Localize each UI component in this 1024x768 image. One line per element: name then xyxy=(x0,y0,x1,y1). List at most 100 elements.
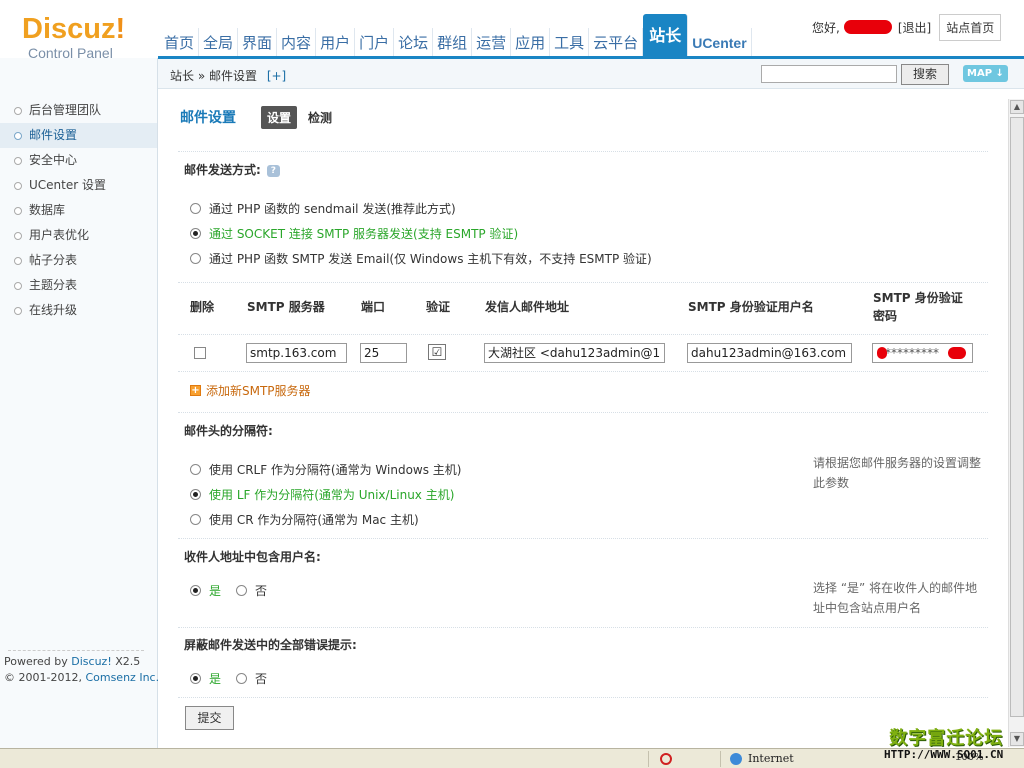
submit-button[interactable]: 提交 xyxy=(185,706,234,730)
scroll-up-icon[interactable]: ▲ xyxy=(1010,100,1024,114)
silent-errors-yes[interactable]: 是 xyxy=(190,670,221,687)
bullet-icon xyxy=(14,156,22,165)
nav-ucenter[interactable]: UCenter xyxy=(688,28,752,58)
nav-groups[interactable]: 群组 xyxy=(433,28,473,58)
smtp-server-input[interactable]: smtp.163.com xyxy=(246,343,347,363)
search-button[interactable]: 搜索 xyxy=(901,64,949,85)
nav-home[interactable]: 首页 xyxy=(160,28,200,58)
breadcrumb-bar: 站长 » 邮件设置 [+] 搜索 MAP ↓ xyxy=(158,59,1024,89)
sidebar-item-database[interactable]: 数据库 xyxy=(0,198,157,223)
tab-detect[interactable]: 检测 xyxy=(308,109,332,126)
nav-users[interactable]: 用户 xyxy=(316,28,356,58)
browser-status-bar: Internet 100% xyxy=(0,748,1024,768)
site-home-button[interactable]: 站点首页 xyxy=(939,13,1002,41)
vertical-scrollbar[interactable]: ▲ ▼ xyxy=(1008,99,1024,747)
separator-crlf[interactable]: 使用 CRLF 作为分隔符(通常为 Windows 主机) xyxy=(190,461,462,478)
nav-interface[interactable]: 界面 xyxy=(238,28,278,58)
delete-checkbox[interactable] xyxy=(194,347,206,359)
divider xyxy=(178,282,988,283)
radio-button[interactable] xyxy=(190,514,201,525)
silent-errors-label: 屏蔽邮件发送中的全部错误提示: xyxy=(184,638,357,652)
radio-button[interactable] xyxy=(190,253,201,264)
map-button[interactable]: MAP ↓ xyxy=(963,65,1008,82)
send-method-sendmail[interactable]: 通过 PHP 函数的 sendmail 发送(推荐此方式) xyxy=(190,200,456,217)
nav-forum[interactable]: 论坛 xyxy=(394,28,434,58)
top-bar: Discuz! Control Panel 首页 全局 界面 内容 用户 门户 … xyxy=(0,0,1024,61)
sidebar-item-mail-settings[interactable]: 邮件设置 xyxy=(0,123,157,148)
tab-settings[interactable]: 设置 xyxy=(261,106,298,129)
nav-tools[interactable]: 工具 xyxy=(550,28,590,58)
discuz-link[interactable]: Discuz! xyxy=(71,655,111,668)
radio-button[interactable] xyxy=(190,464,201,475)
divider xyxy=(178,412,988,413)
col-auth: 验证 xyxy=(426,300,451,314)
status-divider xyxy=(720,751,721,767)
logout-link[interactable]: [退出] xyxy=(898,19,931,36)
radio-button[interactable] xyxy=(236,673,247,684)
include-username-yes[interactable]: 是 xyxy=(190,582,221,599)
nav-global[interactable]: 全局 xyxy=(199,28,239,58)
separator-lf[interactable]: 使用 LF 作为分隔符(通常为 Unix/Linux 主机) xyxy=(190,486,454,503)
page-title: 邮件设置 xyxy=(180,110,236,126)
from-address-input[interactable]: 大湖社区 <dahu123admin@1 xyxy=(484,343,665,363)
powered-line: Powered by Discuz! X2.5 xyxy=(4,655,141,668)
divider xyxy=(178,697,988,698)
user-area: 您好, [退出] 站点首页 xyxy=(812,13,1002,41)
divider xyxy=(178,151,988,152)
separator-label: 邮件头的分隔符: xyxy=(184,424,273,438)
no-entry-icon xyxy=(660,753,672,765)
sidebar-item-admin-team[interactable]: 后台管理团队 xyxy=(0,98,157,123)
add-smtp-server-link[interactable]: + 添加新SMTP服务器 xyxy=(190,382,311,399)
radio-button[interactable] xyxy=(190,673,201,684)
divider xyxy=(8,650,144,651)
sidebar-item-upgrade[interactable]: 在线升级 xyxy=(0,298,157,323)
separator-tip: 请根据您邮件服务器的设置调整此参数 xyxy=(813,456,982,490)
radio-button[interactable] xyxy=(190,585,201,596)
bullet-icon xyxy=(14,206,22,215)
help-icon[interactable]: ? xyxy=(266,164,280,177)
auth-checkbox[interactable]: ☑ xyxy=(428,344,446,360)
sidebar-item-thread-split[interactable]: 主题分表 xyxy=(0,273,157,298)
port-input[interactable]: 25 xyxy=(360,343,407,363)
sidebar-item-user-table[interactable]: 用户表优化 xyxy=(0,223,157,248)
divider xyxy=(178,371,988,372)
radio-button[interactable] xyxy=(190,228,201,239)
sidebar: 后台管理团队 邮件设置 安全中心 UCenter 设置 数据库 用户表优化 帖子… xyxy=(0,58,158,748)
divider xyxy=(178,538,988,539)
sidebar-menu: 后台管理团队 邮件设置 安全中心 UCenter 设置 数据库 用户表优化 帖子… xyxy=(0,98,157,323)
sidebar-item-ucenter[interactable]: UCenter 设置 xyxy=(0,173,157,198)
comsenz-link[interactable]: Comsenz Inc. xyxy=(85,671,159,684)
sidebar-item-security[interactable]: 安全中心 xyxy=(0,148,157,173)
sidebar-item-post-split[interactable]: 帖子分表 xyxy=(0,248,157,273)
watermark: 数字富迁论坛 HTTP://WWW.SQ01.CN xyxy=(884,724,1003,761)
send-method-php-smtp[interactable]: 通过 PHP 函数 SMTP 发送 Email(仅 Windows 主机下有效，… xyxy=(190,250,652,267)
nav-cloud[interactable]: 云平台 xyxy=(589,28,644,58)
radio-button[interactable] xyxy=(236,585,247,596)
radio-button[interactable] xyxy=(190,489,201,500)
bullet-icon xyxy=(14,281,22,290)
send-method-socket[interactable]: 通过 SOCKET 连接 SMTP 服务器发送(支持 ESMTP 验证) xyxy=(190,225,518,242)
col-smtp-server: SMTP 服务器 xyxy=(247,300,325,314)
nav-webmaster[interactable]: 站长 xyxy=(643,14,689,58)
scroll-thumb[interactable] xyxy=(1010,117,1024,717)
col-port: 端口 xyxy=(361,300,386,314)
silent-errors-no[interactable]: 否 xyxy=(236,670,267,687)
scroll-down-icon[interactable]: ▼ xyxy=(1010,732,1024,746)
redaction-mark xyxy=(948,347,966,359)
add-shortcut-link[interactable]: [+] xyxy=(267,69,286,83)
separator-cr[interactable]: 使用 CR 作为分隔符(通常为 Mac 主机) xyxy=(190,511,419,528)
nav-portal[interactable]: 门户 xyxy=(355,28,395,58)
search-input[interactable] xyxy=(761,65,897,83)
send-method-label: 邮件发送方式:? xyxy=(184,161,280,178)
divider xyxy=(178,627,988,628)
bullet-icon xyxy=(14,256,22,265)
nav-apps[interactable]: 应用 xyxy=(511,28,551,58)
auth-username-input[interactable]: dahu123admin@163.com xyxy=(687,343,852,363)
breadcrumb: 站长 » 邮件设置 [+] xyxy=(170,67,286,84)
bullet-icon xyxy=(14,131,22,140)
nav-operations[interactable]: 运营 xyxy=(472,28,512,58)
include-username-no[interactable]: 否 xyxy=(236,582,267,599)
col-auth-username: SMTP 身份验证用户名 xyxy=(688,300,814,314)
nav-content[interactable]: 内容 xyxy=(277,28,317,58)
radio-button[interactable] xyxy=(190,203,201,214)
